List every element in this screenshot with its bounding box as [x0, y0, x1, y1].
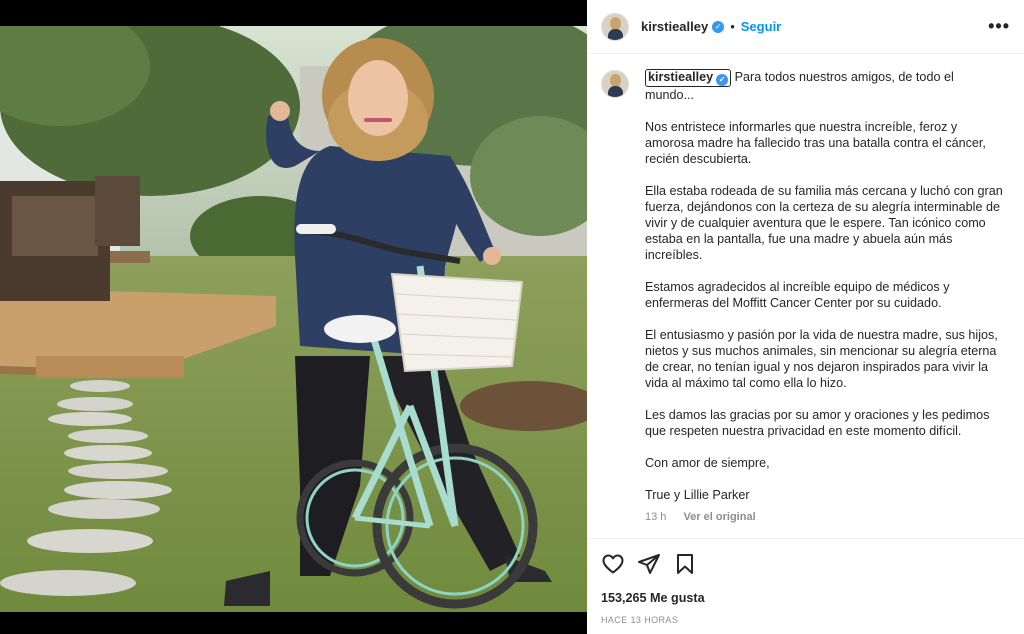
caption-paragraph: Les damos las gracias por su amor y orac… [645, 408, 990, 438]
more-options-icon[interactable]: ••• [988, 16, 1010, 37]
verified-badge-icon: ✓ [712, 20, 725, 33]
action-icons [601, 551, 1010, 577]
caption-avatar[interactable] [601, 70, 629, 98]
actions-section: 153,265 Me gusta HACE 13 HORAS [587, 538, 1024, 625]
likes-count[interactable]: 153,265 Me gusta [601, 591, 1010, 605]
post-panel: kirstiealley ✓ • Seguir ••• kirstiealley… [587, 0, 1024, 634]
caption-paragraph: Ella estaba rodeada de su familia más ce… [645, 184, 1003, 262]
separator-dot: • [730, 19, 735, 34]
caption-paragraph: Nos entristece informarles que nuestra i… [645, 120, 986, 166]
post-photo-illustration [0, 26, 587, 612]
post-header: kirstiealley ✓ • Seguir ••• [587, 0, 1024, 54]
share-icon[interactable] [637, 552, 661, 576]
verified-badge-icon: ✓ [716, 74, 729, 86]
heart-icon[interactable] [601, 552, 625, 576]
caption-username[interactable]: kirstiealley ✓ [645, 69, 732, 87]
caption-body: kirstiealley ✓ Para todos nuestros amigos… [645, 69, 1005, 525]
follow-button[interactable]: Seguir [741, 19, 781, 34]
caption-paragraph: Con amor de siempre, [645, 456, 770, 470]
post-timestamp: HACE 13 HORAS [601, 615, 679, 625]
avatar[interactable] [601, 12, 629, 41]
bookmark-icon[interactable] [673, 552, 697, 576]
caption-username-text[interactable]: kirstiealley [648, 70, 713, 84]
post-photo[interactable] [0, 26, 587, 612]
photo-panel [0, 0, 587, 634]
caption-area[interactable]: kirstiealley ✓ Para todos nuestros amigos… [587, 55, 1024, 538]
caption-paragraph: True y Lillie Parker [645, 488, 750, 502]
username[interactable]: kirstiealley [641, 19, 708, 34]
see-original-link[interactable]: Ver el original [683, 511, 755, 523]
caption-paragraph: Estamos agradecidos al increíble equipo … [645, 280, 950, 310]
caption-paragraph: El entusiasmo y pasión por la vida de nu… [645, 328, 998, 390]
caption-meta: 13 h Ver el original [645, 509, 1005, 525]
caption-age: 13 h [645, 511, 667, 523]
caption-row: kirstiealley ✓ Para todos nuestros amigos… [601, 69, 1010, 525]
